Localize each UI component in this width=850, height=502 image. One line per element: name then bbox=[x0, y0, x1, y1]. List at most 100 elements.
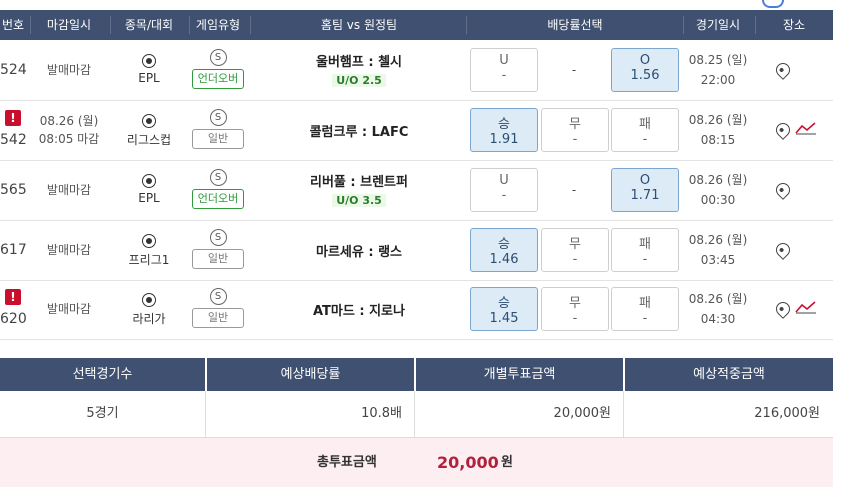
odds-value: - bbox=[572, 252, 578, 267]
table-row[interactable]: 565 발매마감 EPL S 언더오버 리버풀 : 브렌트퍼 U/O 3.5 U - - O 1.71… bbox=[0, 160, 833, 221]
total-bet-label: 총투표금액 bbox=[317, 455, 377, 470]
game-number: 620 bbox=[0, 311, 27, 327]
game-time: 03:45 bbox=[700, 253, 736, 267]
match-teams: 콜럼크루 : LAFC bbox=[309, 125, 409, 140]
odds-label: 승 bbox=[498, 117, 510, 132]
odds-button[interactable]: 무- bbox=[541, 228, 609, 272]
odds-value: - bbox=[642, 311, 648, 326]
match-teams: 리버풀 : 브렌트퍼 bbox=[310, 175, 408, 190]
odds-button[interactable]: O 1.71 bbox=[611, 168, 679, 212]
alert-icon: ! bbox=[5, 110, 21, 126]
summary-header-payout: 예상적중금액 bbox=[693, 367, 765, 382]
game-time: 22:00 bbox=[700, 73, 736, 87]
top-partial-icon bbox=[762, 0, 784, 8]
odds-label: U bbox=[499, 53, 509, 68]
league-name: EPL bbox=[138, 191, 160, 205]
odds-trend-icon[interactable] bbox=[795, 300, 817, 314]
location-pin-icon[interactable] bbox=[773, 60, 793, 80]
odds-button[interactable]: 패- bbox=[611, 108, 679, 152]
game-date: 08.26 (월) bbox=[688, 292, 748, 306]
odds-value: 1.46 bbox=[489, 252, 519, 267]
location-pin-icon[interactable] bbox=[773, 299, 793, 319]
odds-value: 1.56 bbox=[630, 68, 660, 83]
under-over-line: U/O 2.5 bbox=[332, 74, 386, 87]
summary-header-games: 선택경기수 bbox=[72, 367, 133, 382]
summary-header: 선택경기수 예상배당률 개별투표금액 예상적중금액 bbox=[0, 358, 833, 391]
table-row[interactable]: 524 발매마감 EPL S 언더오버 울버햄프 : 첼시 U/O 2.5 U - - O 1.56 0… bbox=[0, 40, 833, 101]
summary-games-value: 5경기 bbox=[86, 406, 119, 421]
odds-value: 1.71 bbox=[630, 188, 660, 203]
location-pin-icon[interactable] bbox=[773, 180, 793, 200]
summary-payout-value: 216,000원 bbox=[754, 406, 820, 421]
match-teams: AT마드 : 지로나 bbox=[313, 304, 405, 319]
league-name: 라리가 bbox=[132, 312, 166, 326]
total-bet-amount: 20,000 bbox=[437, 453, 499, 472]
soccer-ball-icon bbox=[142, 293, 156, 307]
game-type-badge: 언더오버 bbox=[192, 189, 244, 209]
odds-button[interactable]: 패- bbox=[611, 228, 679, 272]
game-type-badge: 일반 bbox=[192, 249, 244, 269]
soccer-ball-icon bbox=[142, 114, 156, 128]
summary-header-stake: 개별투표금액 bbox=[483, 367, 556, 382]
odds-value: - bbox=[572, 132, 578, 147]
game-date: 08.26 (월) bbox=[688, 233, 748, 247]
odds-button[interactable]: U- bbox=[470, 168, 538, 212]
header-deadline: 마감일시 bbox=[46, 18, 92, 32]
soccer-ball-icon bbox=[142, 54, 156, 68]
deadline-time: 08:05 마감 bbox=[38, 132, 100, 146]
table-row[interactable]: ! 620 발매마감 라리가 S 일반 AT마드 : 지로나 승 1.45 무 - 패 -08.26 (… bbox=[0, 279, 833, 340]
game-date: 08.26 (월) bbox=[688, 173, 748, 187]
game-type-badge: 언더오버 bbox=[192, 69, 244, 89]
odds-button[interactable]: U- bbox=[470, 48, 538, 92]
odds-button[interactable]: 무- bbox=[541, 108, 609, 152]
match-teams: 울버햄프 : 첼시 bbox=[315, 55, 402, 70]
odds-label: 무 bbox=[569, 296, 581, 311]
odds-button[interactable]: 승 1.91 bbox=[470, 108, 538, 152]
odds-label: 무 bbox=[569, 117, 581, 132]
odds-value: - bbox=[642, 132, 648, 147]
odds-button[interactable]: 승 1.46 bbox=[470, 228, 538, 272]
odds-value: - bbox=[501, 188, 507, 203]
header-game-date: 경기일시 bbox=[695, 18, 741, 32]
odds-label: U bbox=[499, 173, 509, 188]
odds-label: 패 bbox=[639, 237, 651, 252]
location-pin-icon[interactable] bbox=[773, 240, 793, 260]
odds-value: - bbox=[501, 68, 507, 83]
odds-unavailable: - bbox=[571, 63, 577, 77]
game-date: 08.25 (일) bbox=[688, 53, 748, 67]
s-circle-icon: S bbox=[209, 288, 227, 305]
table-row[interactable]: 617 발매마감 프리그1 S 일반 마르세유 : 랭스 승 1.46 무 - 패 -08.26 (월… bbox=[0, 220, 833, 281]
odds-label: O bbox=[639, 173, 651, 188]
game-time: 08:15 bbox=[700, 133, 736, 147]
table-row[interactable]: ! 542 08.26 (월) 08:05 마감 리그스컵 S 일반 콜럼크루 : LAFC 승… bbox=[0, 100, 833, 161]
total-bet-unit: 원 bbox=[501, 455, 513, 470]
alert-icon: ! bbox=[5, 289, 21, 305]
summary-row: 5경기 10.8배 20,000원 216,000원 bbox=[0, 391, 833, 438]
game-number: 542 bbox=[0, 132, 27, 148]
odds-label: 승 bbox=[498, 296, 510, 311]
deadline-status: 발매마감 bbox=[46, 302, 92, 316]
total-bet-bar: 총투표금액 20,000 원 bbox=[0, 438, 833, 487]
odds-label: 승 bbox=[498, 237, 510, 252]
odds-value: - bbox=[572, 311, 578, 326]
odds-button[interactable]: O 1.56 bbox=[611, 48, 679, 92]
header-venue: 장소 bbox=[782, 18, 806, 32]
header-teams: 홈팀 vs 원정팀 bbox=[320, 18, 398, 32]
table-header: 번호 마감일시 종목/대회 게임유형 홈팀 vs 원정팀 배당률선택 경기일시 … bbox=[0, 10, 833, 40]
s-circle-icon: S bbox=[209, 49, 227, 66]
summary-header-odds: 예상배당률 bbox=[280, 367, 341, 382]
header-game-type: 게임유형 bbox=[195, 18, 241, 32]
odds-button[interactable]: 무- bbox=[541, 287, 609, 331]
league-name: 프리그1 bbox=[128, 253, 170, 267]
s-circle-icon: S bbox=[209, 169, 227, 186]
odds-button[interactable]: 승 1.45 bbox=[470, 287, 538, 331]
game-number: 524 bbox=[0, 62, 27, 78]
location-pin-icon[interactable] bbox=[773, 120, 793, 140]
odds-label: 무 bbox=[569, 237, 581, 252]
odds-trend-icon[interactable] bbox=[795, 121, 817, 135]
s-circle-icon: S bbox=[209, 229, 227, 246]
header-num: 번호 bbox=[1, 18, 25, 32]
league-name: 리그스컵 bbox=[126, 133, 172, 147]
game-type-badge: 일반 bbox=[192, 308, 244, 328]
odds-button[interactable]: 패- bbox=[611, 287, 679, 331]
